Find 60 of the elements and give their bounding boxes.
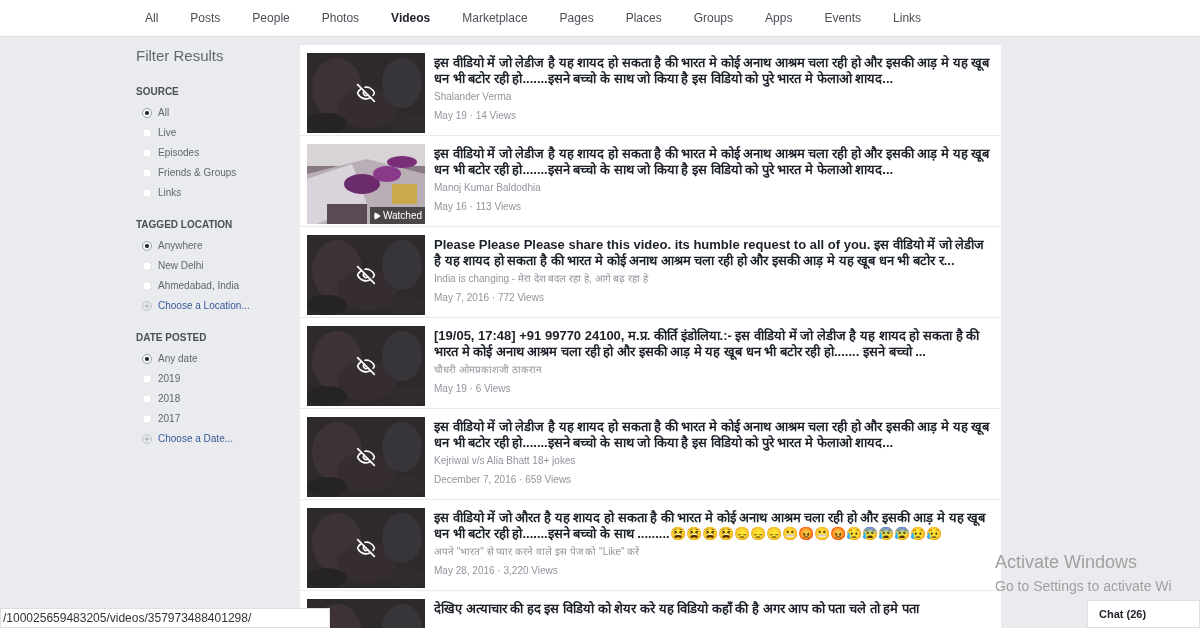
filter-heading: DATE POSTED xyxy=(136,330,208,345)
filter-option[interactable]: Any date xyxy=(158,351,198,366)
filter-option[interactable]: All xyxy=(158,105,170,120)
video-title[interactable]: Please Please Please share this video. its humble request to all of you. इस वीडियो में जो लेडीज है यह शायद हो सकता है की भारत मे कोई अनाथ आश्रम चला रही हो और इसकी आड़ मे यह खूब धन भी बटोर र... xyxy=(434,235,994,269)
nav-tab[interactable]: Posts xyxy=(174,0,237,37)
video-title[interactable]: इस वीडियो में जो औरत है यह शायद हो सकता है की भारत मे कोई अनाथ आश्रम चला रही हो और इसकी आड़ मे यह खूब धन भी बटोर रही हो.......इसने बच्चो के साथ .........😫😫😫😫😞😞😞😬😡😬😡😥😰😰😰😥😥 xyxy=(434,508,994,542)
radio-button[interactable] xyxy=(142,353,152,364)
nav-tab[interactable]: People xyxy=(236,0,306,37)
activation-watermark-hint: Go to Settings to activate Wi xyxy=(995,577,1172,596)
activation-watermark-title: Activate Windows xyxy=(995,551,1139,574)
video-source: Kejriwal v/s Alia Bhatt 18+ jokes xyxy=(434,454,577,468)
nav-tab[interactable]: Apps xyxy=(749,0,809,37)
filter-option[interactable]: Live xyxy=(158,125,177,140)
video-source: Shalander Verma xyxy=(434,90,513,104)
filter-option[interactable]: 2018 xyxy=(158,391,181,406)
video-title[interactable]: इस वीडियो में जो लेडीज है यह शायद हो सकता है की भारत मे कोई अनाथ आश्रम चला रही हो और इसकी आड़ मे यह खूब धन भी बटोर रही हो.......इसने बच्चो के साथ जो किया है इस विडियो को पुरे भारत मे फेलाओ शायद... xyxy=(434,417,994,451)
choose-link[interactable]: Choose a Date... xyxy=(158,431,234,446)
nav-tab[interactable]: Places xyxy=(609,0,678,37)
nav-tab[interactable]: Photos xyxy=(305,0,376,37)
nav-tab[interactable]: Marketplace xyxy=(446,0,544,37)
plus-icon xyxy=(142,300,152,311)
video-source: India is changing - मेरा देश बदल रहा हे, आगे बढ़ रहा हे xyxy=(434,272,650,286)
filter-option[interactable]: Friends & Groups xyxy=(158,165,237,180)
watched-label: Watched xyxy=(382,209,422,223)
nav-tab[interactable]: Events xyxy=(808,0,878,37)
filter-option[interactable]: Episodes xyxy=(158,145,200,160)
radio-button[interactable] xyxy=(142,240,152,251)
chat-button[interactable]: Chat (26) xyxy=(1087,600,1200,628)
video-meta: May 19 · 14 Views xyxy=(434,109,518,123)
nav-tab[interactable]: Videos xyxy=(375,0,447,37)
filter-option[interactable]: Ahmedabad, India xyxy=(158,278,240,293)
filter-option[interactable]: Anywhere xyxy=(158,238,203,253)
filter-option[interactable]: New Delhi xyxy=(158,258,204,273)
video-meta: December 7, 2016 · 659 Views xyxy=(434,473,573,487)
nav-tab[interactable]: All xyxy=(129,0,175,37)
video-meta: May 19 · 6 Views xyxy=(434,382,512,396)
status-url: /100025659483205/videos/357973488401298/ xyxy=(0,608,330,628)
plus-icon xyxy=(142,433,152,444)
video-source: चौधरी ओमप्रकाशजी ठाकरान xyxy=(434,363,543,377)
nav-tab[interactable]: Groups xyxy=(677,0,750,37)
filter-title: Filter Results xyxy=(136,46,225,66)
video-title[interactable]: [19/05, 17:48] +91 99770 24100, म.प्र. कीर्ति इंडोलिया.:- इस वीडियो में जो लेडीज है यह शायद हो सकता है की भारत मे कोई अनाथ आश्रम चला रही हो और इसकी आड़ मे यह खूब धन भी बटोर रही हो....... इसने बच्चो ... xyxy=(434,326,994,360)
filter-heading: TAGGED LOCATION xyxy=(136,217,234,232)
video-meta: May 28, 2016 · 3,220 Views xyxy=(434,564,559,578)
video-title[interactable]: देखिए अत्याचार की हद इस विडियो को शेयर करे यह विडियो कहाँ की है अगर आप को पता चले तो हमे पता xyxy=(434,599,919,617)
radio-button[interactable] xyxy=(142,107,152,118)
filter-option[interactable]: 2017 xyxy=(158,411,181,426)
video-source: अपने "भारत" से प्यार करने वाले इस पेज को "Like" करें xyxy=(434,545,641,559)
video-title[interactable]: इस वीडियो में जो लेडीज है यह शायद हो सकता है की भारत मे कोई अनाथ आश्रम चला रही हो और इसकी आड़ मे यह खूब धन भी बटोर रही हो.......इसने बच्चो के साथ जो किया है इस विडियो को पुरे भारत मे फेलाओ शायद... xyxy=(434,53,994,87)
nav-tab[interactable]: Pages xyxy=(543,0,610,37)
video-meta: May 16 · 113 Views xyxy=(434,200,522,214)
filter-option[interactable]: Links xyxy=(158,185,182,200)
choose-link[interactable]: Choose a Location... xyxy=(158,298,250,313)
filter-option[interactable]: 2019 xyxy=(158,371,181,386)
nav-tab[interactable]: Links xyxy=(877,0,938,37)
video-source: Manoj Kumar Baldodhia xyxy=(434,181,542,195)
video-meta: May 7, 2016 · 772 Views xyxy=(434,291,545,305)
play-icon xyxy=(372,211,381,220)
filter-heading: SOURCE xyxy=(136,84,180,99)
video-title[interactable]: इस वीडियो में जो लेडीज है यह शायद हो सकता है की भारत मे कोई अनाथ आश्रम चला रही हो और इसकी आड़ मे यह खूब धन भी बटोर रही हो.......इसने बच्चो के साथ जो किया है इस विडियो को पुरे भारत मे फेलाओ शायद... xyxy=(434,144,994,178)
